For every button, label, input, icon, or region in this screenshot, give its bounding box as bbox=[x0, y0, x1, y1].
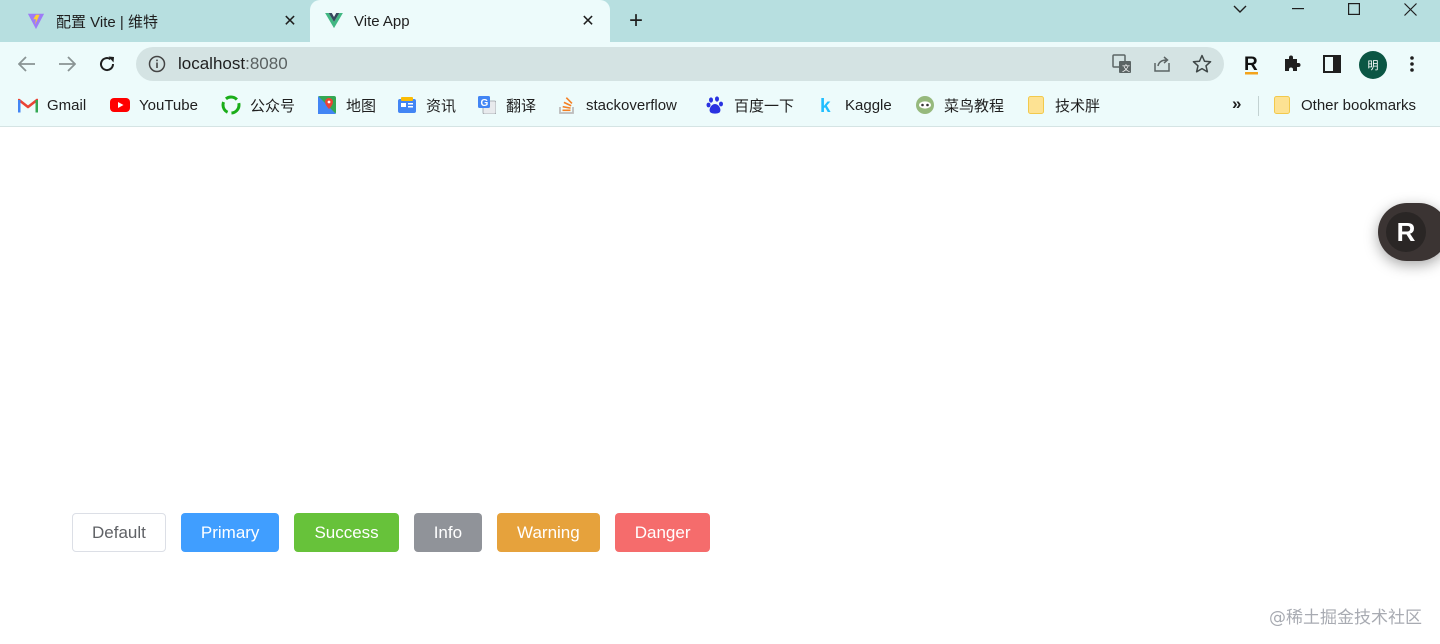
bookmark-star-icon[interactable] bbox=[1192, 54, 1212, 74]
svg-text:G: G bbox=[481, 98, 489, 109]
tab-title: Vite App bbox=[354, 12, 410, 30]
bookmark-label: stackoverflow bbox=[586, 96, 677, 114]
more-menu-icon[interactable] bbox=[1400, 52, 1424, 76]
kaggle-icon: k bbox=[816, 95, 836, 115]
tab-title: 配置 Vite | 维特 bbox=[56, 13, 158, 31]
close-icon[interactable]: ✕ bbox=[576, 9, 600, 33]
new-tab-button[interactable]: + bbox=[622, 7, 650, 34]
runoob-icon bbox=[915, 95, 935, 115]
wechat-icon bbox=[221, 95, 241, 115]
svg-text:文: 文 bbox=[1122, 63, 1130, 73]
bookmark-news[interactable]: 资讯 bbox=[397, 94, 456, 116]
floating-extension-bubble[interactable]: R bbox=[1378, 203, 1440, 261]
bookmark-label: 技术胖 bbox=[1055, 97, 1101, 115]
warning-button[interactable]: Warning bbox=[497, 513, 600, 552]
site-info-icon[interactable] bbox=[148, 55, 166, 73]
vite-icon bbox=[26, 11, 46, 31]
success-button[interactable]: Success bbox=[294, 513, 399, 552]
address-bar[interactable]: localhost:8080 文 bbox=[136, 47, 1224, 81]
forward-arrow-icon[interactable] bbox=[51, 48, 83, 80]
profile-avatar[interactable]: 明 bbox=[1359, 51, 1387, 79]
svg-text:k: k bbox=[820, 96, 831, 114]
bookmarks-bar: Gmail YouTube 公众号 地图 资讯 G 翻译 stackoverfl… bbox=[0, 86, 1440, 127]
primary-button[interactable]: Primary bbox=[180, 513, 280, 552]
bookmark-folder-jishupang[interactable]: 技术胖 bbox=[1026, 94, 1100, 116]
bookmark-label: 百度一下 bbox=[734, 97, 795, 115]
baidu-icon bbox=[705, 95, 725, 115]
close-window-icon[interactable] bbox=[1390, 0, 1430, 18]
stackoverflow-icon bbox=[557, 95, 577, 115]
default-button[interactable]: Default bbox=[72, 513, 166, 552]
page-viewport: R Default Primary Success Info Warning D… bbox=[0, 128, 1440, 644]
tab-search-chevron-icon[interactable] bbox=[1220, 0, 1260, 18]
bookmark-kaggle[interactable]: k Kaggle bbox=[816, 94, 892, 116]
info-button[interactable]: Info bbox=[413, 513, 483, 552]
bookmarks-overflow-chevron[interactable]: » bbox=[1232, 94, 1241, 114]
bookmark-translate[interactable]: G 翻译 bbox=[477, 94, 536, 116]
r-extension-icon[interactable]: R bbox=[1240, 52, 1264, 76]
gmail-icon bbox=[18, 95, 38, 115]
bookmark-baidu[interactable]: 百度一下 bbox=[705, 94, 794, 116]
bookmark-youtube[interactable]: YouTube bbox=[110, 94, 198, 116]
tab-vite-app[interactable]: Vite App ✕ bbox=[310, 0, 610, 42]
folder-icon bbox=[1272, 95, 1292, 115]
maximize-icon[interactable] bbox=[1334, 0, 1374, 18]
vue-icon bbox=[324, 11, 344, 31]
news-icon bbox=[397, 95, 417, 115]
watermark-text: @稀土掘金技术社区 bbox=[1269, 608, 1422, 628]
danger-button[interactable]: Danger bbox=[614, 513, 711, 552]
maps-icon bbox=[317, 95, 337, 115]
bookmark-label: 菜鸟教程 bbox=[944, 97, 1005, 115]
tab-strip: 配置 Vite | 维特 ✕ Vite App ✕ + bbox=[0, 0, 1440, 42]
extensions-puzzle-icon[interactable] bbox=[1280, 52, 1304, 76]
bookmark-maps[interactable]: 地图 bbox=[317, 94, 376, 116]
bookmark-label: 地图 bbox=[346, 97, 377, 115]
bookmark-stackoverflow[interactable]: stackoverflow bbox=[557, 94, 677, 116]
side-panel-icon[interactable] bbox=[1320, 52, 1344, 76]
back-arrow-icon[interactable] bbox=[11, 48, 43, 80]
bookmark-label: YouTube bbox=[139, 96, 198, 114]
bookmark-label: 公众号 bbox=[250, 97, 296, 115]
bookmark-runoob[interactable]: 菜鸟教程 bbox=[915, 94, 1004, 116]
tab-vite-config[interactable]: 配置 Vite | 维特 ✕ bbox=[0, 0, 308, 42]
r-badge-icon: R bbox=[1386, 212, 1426, 252]
r-badge-letter: R bbox=[1396, 216, 1416, 247]
bookmark-label: Other bookmarks bbox=[1301, 96, 1417, 114]
translate-icon: G bbox=[477, 95, 497, 115]
minimize-icon[interactable] bbox=[1278, 0, 1318, 18]
translate-page-icon[interactable]: 文 bbox=[1112, 54, 1132, 74]
bookmark-label: 资讯 bbox=[426, 97, 457, 115]
button-row: Default Primary Success Info Warning Dan… bbox=[72, 513, 725, 552]
browser-toolbar: localhost:8080 文 R 明 bbox=[0, 42, 1440, 86]
url-port: :8080 bbox=[245, 54, 288, 73]
bookmark-other-bookmarks[interactable]: Other bookmarks bbox=[1272, 94, 1416, 116]
bookmark-wechat-official[interactable]: 公众号 bbox=[221, 94, 295, 116]
bookmark-label: Gmail bbox=[47, 96, 87, 114]
reload-icon[interactable] bbox=[91, 48, 123, 80]
bookmark-label: Kaggle bbox=[845, 96, 892, 114]
url-text[interactable]: localhost:8080 bbox=[178, 54, 288, 74]
close-icon[interactable]: ✕ bbox=[278, 9, 302, 33]
bookmark-label: 翻译 bbox=[506, 97, 537, 115]
bookmark-gmail[interactable]: Gmail bbox=[18, 94, 86, 116]
share-icon[interactable] bbox=[1152, 54, 1172, 74]
bookmarks-divider bbox=[1258, 96, 1259, 116]
youtube-icon bbox=[110, 95, 130, 115]
url-host: localhost bbox=[178, 54, 246, 73]
svg-text:R: R bbox=[1244, 54, 1258, 75]
folder-icon bbox=[1026, 95, 1046, 115]
